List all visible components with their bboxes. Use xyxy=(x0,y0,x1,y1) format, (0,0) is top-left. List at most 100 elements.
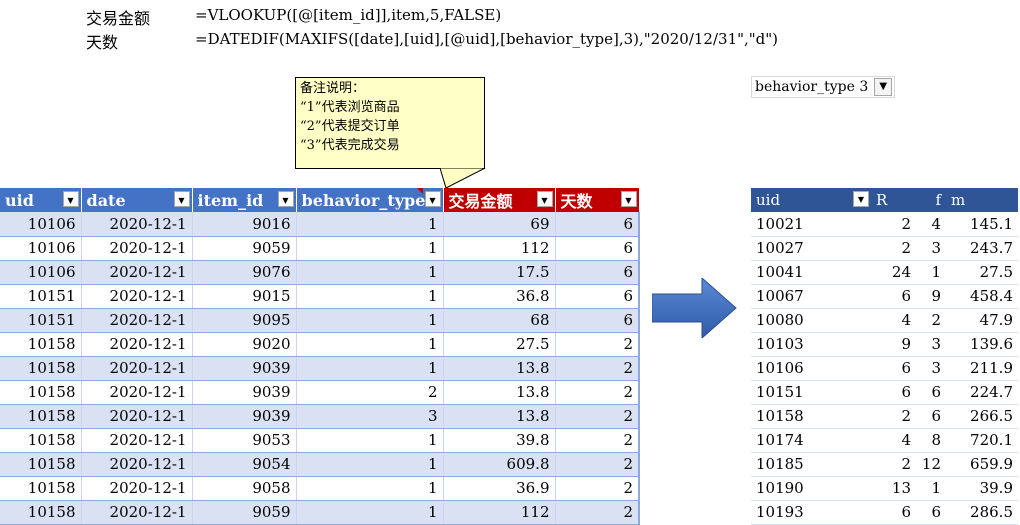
table-cell[interactable]: 2020-12-1 xyxy=(81,356,193,381)
table-cell[interactable]: 9059 xyxy=(192,236,297,261)
table-cell[interactable]: 1 xyxy=(296,212,444,237)
table-cell[interactable]: 2020-12-1 xyxy=(81,452,193,477)
pivot-cell[interactable]: 39.9 xyxy=(946,476,1018,501)
table-cell[interactable]: 2020-12-1 xyxy=(81,212,193,237)
table-cell[interactable]: 9059 xyxy=(192,500,297,525)
pivot-cell[interactable]: 4 xyxy=(916,212,946,237)
table-cell[interactable]: 2020-12-1 xyxy=(81,260,193,285)
column-header-uid[interactable]: uid ▼ xyxy=(0,188,82,212)
pivot-cell[interactable]: 8 xyxy=(916,428,946,453)
table-cell[interactable]: 10158 xyxy=(0,452,82,477)
table-cell[interactable]: 13.8 xyxy=(443,356,556,381)
pivot-cell[interactable]: 10080 xyxy=(751,308,871,333)
pivot-cell[interactable]: 1 xyxy=(916,260,946,285)
table-cell[interactable]: 2020-12-1 xyxy=(81,284,193,309)
pivot-cell[interactable]: 13 xyxy=(871,476,916,501)
pivot-cell[interactable]: 10041 xyxy=(751,260,871,285)
pivot-cell[interactable]: 145.1 xyxy=(946,212,1018,237)
dropdown-icon[interactable]: ▼ xyxy=(536,191,553,207)
pivot-cell[interactable]: 211.9 xyxy=(946,356,1018,381)
table-cell[interactable]: 10106 xyxy=(0,212,82,237)
table-cell[interactable]: 2 xyxy=(555,500,640,525)
pivot-cell[interactable]: 10151 xyxy=(751,380,871,405)
pivot-cell[interactable]: 2 xyxy=(871,212,916,237)
table-cell[interactable]: 9058 xyxy=(192,476,297,501)
dropdown-icon[interactable]: ▼ xyxy=(62,191,79,207)
table-cell[interactable]: 1 xyxy=(296,260,444,285)
table-cell[interactable]: 36.9 xyxy=(443,476,556,501)
table-cell[interactable]: 1 xyxy=(296,452,444,477)
pivot-cell[interactable]: 4 xyxy=(871,308,916,333)
table-cell[interactable]: 9054 xyxy=(192,452,297,477)
pivot-cell[interactable]: 2 xyxy=(871,404,916,429)
column-header-item-id[interactable]: item_id ▼ xyxy=(192,188,297,212)
table-cell[interactable]: 9015 xyxy=(192,284,297,309)
table-cell[interactable]: 112 xyxy=(443,236,556,261)
table-cell[interactable]: 9095 xyxy=(192,308,297,333)
pivot-cell[interactable]: 6 xyxy=(916,500,946,525)
pivot-cell[interactable]: 12 xyxy=(916,452,946,477)
table-cell[interactable]: 1 xyxy=(296,236,444,261)
pivot-cell[interactable]: 6 xyxy=(871,284,916,309)
table-cell[interactable]: 10106 xyxy=(0,260,82,285)
table-cell[interactable]: 6 xyxy=(555,212,640,237)
pivot-cell[interactable]: 10103 xyxy=(751,332,871,357)
table-cell[interactable]: 6 xyxy=(555,284,640,309)
pivot-cell[interactable]: 2 xyxy=(916,308,946,333)
pivot-cell[interactable]: 10190 xyxy=(751,476,871,501)
table-cell[interactable]: 10158 xyxy=(0,332,82,357)
table-cell[interactable]: 2020-12-1 xyxy=(81,500,193,525)
dropdown-icon[interactable]: ▼ xyxy=(277,191,294,207)
pivot-cell[interactable]: 10106 xyxy=(751,356,871,381)
pivot-cell[interactable]: 266.5 xyxy=(946,404,1018,429)
pivot-cell[interactable]: 6 xyxy=(916,404,946,429)
pivot-cell[interactable]: 224.7 xyxy=(946,380,1018,405)
pivot-cell[interactable]: 286.5 xyxy=(946,500,1018,525)
dropdown-icon[interactable]: ▼ xyxy=(620,191,637,207)
table-cell[interactable]: 9076 xyxy=(192,260,297,285)
formula-days[interactable]: =DATEDIF(MAXIFS([date],[uid],[@uid],[beh… xyxy=(195,30,778,48)
pivot-cell[interactable]: 10027 xyxy=(751,236,871,261)
table-cell[interactable]: 6 xyxy=(555,308,640,333)
table-cell[interactable]: 9039 xyxy=(192,380,297,405)
table-cell[interactable]: 2020-12-1 xyxy=(81,332,193,357)
table-cell[interactable]: 3 xyxy=(296,404,444,429)
table-cell[interactable]: 2 xyxy=(296,380,444,405)
table-cell[interactable]: 68 xyxy=(443,308,556,333)
table-cell[interactable]: 10158 xyxy=(0,500,82,525)
pivot-cell[interactable]: 6 xyxy=(871,380,916,405)
pivot-cell[interactable]: 6 xyxy=(871,500,916,525)
table-cell[interactable]: 1 xyxy=(296,308,444,333)
table-cell[interactable]: 9039 xyxy=(192,356,297,381)
table-cell[interactable]: 1 xyxy=(296,284,444,309)
pivot-cell[interactable]: 458.4 xyxy=(946,284,1018,309)
table-cell[interactable]: 2 xyxy=(555,332,640,357)
table-cell[interactable]: 10151 xyxy=(0,308,82,333)
column-header-days[interactable]: 天数 ▼ xyxy=(555,188,640,212)
table-cell[interactable]: 112 xyxy=(443,500,556,525)
pivot-cell[interactable]: 1 xyxy=(916,476,946,501)
column-header-date[interactable]: date ▼ xyxy=(81,188,193,212)
pivot-cell[interactable]: 659.9 xyxy=(946,452,1018,477)
table-cell[interactable]: 10158 xyxy=(0,356,82,381)
pivot-cell[interactable]: 27.5 xyxy=(946,260,1018,285)
table-cell[interactable]: 10158 xyxy=(0,476,82,501)
table-cell[interactable]: 13.8 xyxy=(443,404,556,429)
pivot-cell[interactable]: 9 xyxy=(871,332,916,357)
table-cell[interactable]: 609.8 xyxy=(443,452,556,477)
table-cell[interactable]: 10158 xyxy=(0,428,82,453)
table-cell[interactable]: 2 xyxy=(555,356,640,381)
table-cell[interactable]: 2020-12-1 xyxy=(81,308,193,333)
filter-icon[interactable]: ▼ xyxy=(874,78,893,96)
table-cell[interactable]: 10106 xyxy=(0,236,82,261)
table-cell[interactable]: 2020-12-1 xyxy=(81,404,193,429)
table-cell[interactable]: 2020-12-1 xyxy=(81,428,193,453)
pivot-cell[interactable]: 10193 xyxy=(751,500,871,525)
table-cell[interactable]: 10151 xyxy=(0,284,82,309)
dropdown-icon[interactable]: ▼ xyxy=(853,191,869,207)
pivot-cell[interactable]: 2 xyxy=(871,452,916,477)
table-cell[interactable]: 27.5 xyxy=(443,332,556,357)
table-cell[interactable]: 36.8 xyxy=(443,284,556,309)
table-cell[interactable]: 2 xyxy=(555,428,640,453)
table-cell[interactable]: 17.5 xyxy=(443,260,556,285)
